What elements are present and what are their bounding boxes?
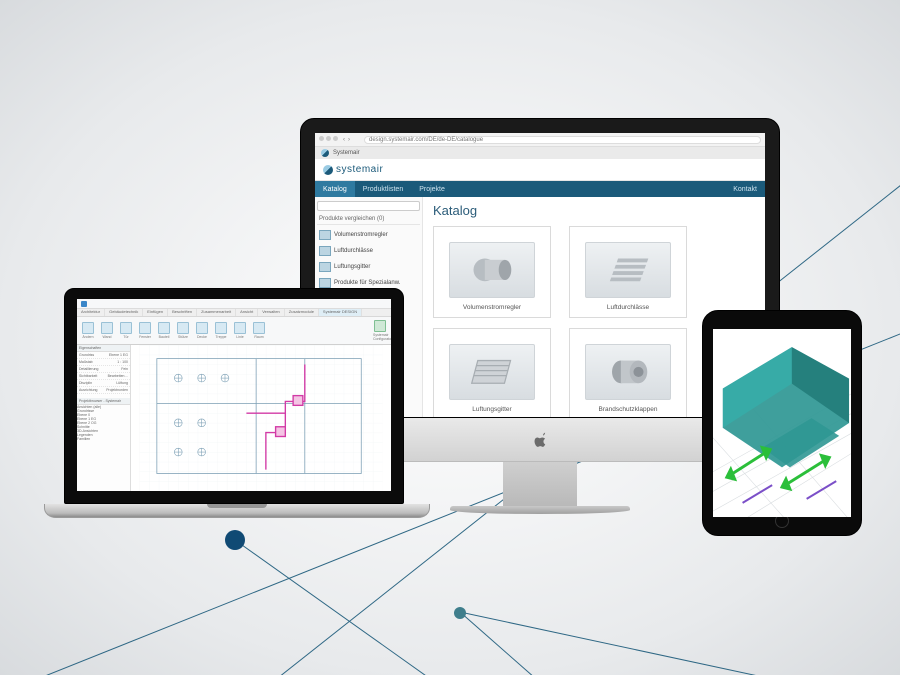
sidebar-item[interactable]: Volumenstromregler bbox=[317, 227, 420, 243]
tool-icon bbox=[234, 322, 246, 334]
ribbon-tool[interactable]: Decke bbox=[195, 322, 209, 339]
ribbon-tab[interactable]: Verwalten bbox=[258, 309, 285, 316]
nav-tab-kontakt[interactable]: Kontakt bbox=[725, 181, 765, 197]
desktop-stand bbox=[503, 462, 577, 506]
laptop-base bbox=[44, 504, 430, 518]
compare-products[interactable]: Produkte vergleichen (0) bbox=[317, 214, 420, 225]
floorplan-canvas[interactable] bbox=[131, 345, 391, 491]
tool-icon bbox=[253, 322, 265, 334]
ribbon-tab[interactable]: Ansicht bbox=[236, 309, 258, 316]
product-thumb-icon bbox=[319, 230, 331, 240]
desktop-stand-base bbox=[450, 506, 630, 514]
laptop-screen-bezel: Architektur Gebäudetechnik Einfügen Besc… bbox=[64, 288, 404, 504]
sidebar-item[interactable]: Luftdurchlässe bbox=[317, 243, 420, 259]
product-thumb-icon bbox=[319, 278, 331, 288]
tool-icon bbox=[101, 322, 113, 334]
ribbon-tool[interactable]: Fenster bbox=[138, 322, 152, 339]
properties-header: Eigenschaften bbox=[77, 345, 130, 352]
project-browser-header: Projektbrowser - Systemair bbox=[77, 398, 130, 405]
property-row[interactable]: GrundrissEbene 1 EG bbox=[77, 352, 130, 359]
ribbon-tool[interactable]: Bauteil bbox=[157, 322, 171, 339]
laptop: Architektur Gebäudetechnik Einfügen Besc… bbox=[44, 288, 424, 544]
tree-node[interactable]: Familien bbox=[77, 437, 130, 441]
app-titlebar bbox=[77, 299, 391, 309]
primary-nav: Katalog Produktlisten Projekte Kontakt bbox=[315, 181, 765, 197]
page-title: Katalog bbox=[433, 203, 755, 218]
product-thumb-icon bbox=[319, 262, 331, 272]
ribbon-tab[interactable]: Einfügen bbox=[143, 309, 168, 316]
property-row[interactable]: Maßstab1 : 100 bbox=[77, 359, 130, 366]
nav-tab-katalog[interactable]: Katalog bbox=[315, 181, 355, 197]
browser-tab[interactable]: Systemair bbox=[333, 150, 360, 156]
laptop-screen-content: Architektur Gebäudetechnik Einfügen Besc… bbox=[77, 299, 391, 491]
ribbon-tool[interactable]: Treppe bbox=[214, 322, 228, 339]
ribbon-tool[interactable]: Stütze bbox=[176, 322, 190, 339]
product-thumb bbox=[449, 344, 535, 400]
brand-logo-icon bbox=[323, 165, 333, 175]
tool-icon bbox=[215, 322, 227, 334]
property-row[interactable]: SichtbarkeitBearbeiten… bbox=[77, 373, 130, 380]
tool-icon bbox=[196, 322, 208, 334]
ribbon-tab[interactable]: Architektur bbox=[77, 309, 105, 316]
floorplan-drawing bbox=[131, 345, 391, 491]
tool-icon bbox=[82, 322, 94, 334]
product-label: Luftdurchlässe bbox=[607, 304, 649, 311]
property-row[interactable]: DisziplinLüftung bbox=[77, 380, 130, 387]
ribbon-tool[interactable]: Raum bbox=[252, 322, 266, 339]
bim-3d-view bbox=[713, 329, 851, 517]
ribbon-tab-active[interactable]: Systemair DESIGN bbox=[319, 309, 362, 316]
ribbon-tool[interactable]: Linie bbox=[233, 322, 247, 339]
property-row[interactable]: AusrichtungProjektnorden bbox=[77, 387, 130, 394]
product-label: Volumenstromregler bbox=[463, 304, 521, 311]
sidebar-search-input[interactable] bbox=[317, 201, 420, 211]
brand-wordmark: systemair bbox=[336, 164, 383, 175]
property-row[interactable]: DetaillierungFein bbox=[77, 366, 130, 373]
product-thumb bbox=[585, 242, 671, 298]
apple-logo-icon bbox=[532, 431, 548, 449]
product-label: Luftungsgitter bbox=[472, 406, 511, 413]
ribbon-tabstrip: Architektur Gebäudetechnik Einfügen Besc… bbox=[77, 309, 391, 317]
brand-logo[interactable]: systemair bbox=[323, 164, 383, 175]
tablet bbox=[702, 310, 862, 536]
nav-tab-produktlisten[interactable]: Produktlisten bbox=[355, 181, 411, 197]
ribbon-tab[interactable]: Beschriften bbox=[168, 309, 197, 316]
ribbon-tab[interactable]: Gebäudetechnik bbox=[105, 309, 143, 316]
nav-tab-projekte[interactable]: Projekte bbox=[411, 181, 453, 197]
ribbon-tab[interactable]: Zusammenarbeit bbox=[197, 309, 236, 316]
product-thumb-icon bbox=[319, 246, 331, 256]
ribbon-tool[interactable]: Tür bbox=[119, 322, 133, 339]
tool-icon bbox=[139, 322, 151, 334]
ribbon-tab[interactable]: Zusatzmodule bbox=[285, 309, 319, 316]
ribbon-tool[interactable]: Wand bbox=[100, 322, 114, 339]
product-card[interactable]: Luftdurchlässe bbox=[569, 226, 687, 318]
product-card[interactable]: Brandschutzklappen bbox=[569, 328, 687, 417]
tool-icon bbox=[177, 322, 189, 334]
site-header: systemair bbox=[315, 159, 765, 181]
nav-back-icon[interactable]: ‹ bbox=[343, 137, 345, 143]
tablet-screen-content[interactable] bbox=[713, 329, 851, 517]
ribbon-tool[interactable]: Ändern bbox=[81, 322, 95, 339]
favicon-icon bbox=[321, 149, 329, 157]
product-label: Brandschutzklappen bbox=[599, 406, 658, 413]
properties-panel: Eigenschaften GrundrissEbene 1 EG Maßsta… bbox=[77, 345, 131, 491]
sidebar-item[interactable]: Luftungsgitter bbox=[317, 259, 420, 275]
ribbon-toolbar: Ändern Wand Tür Fenster Bauteil Stütze D… bbox=[77, 317, 391, 345]
ribbon-tool[interactable]: Systemair Configurator bbox=[373, 320, 387, 341]
product-thumb bbox=[585, 344, 671, 400]
browser-tabstrip: Systemair bbox=[315, 147, 765, 159]
browser-toolbar: ‹ › design.systemair.com/DE/de-DE/catalo… bbox=[315, 133, 765, 147]
nav-fwd-icon[interactable]: › bbox=[348, 137, 350, 143]
tool-icon bbox=[374, 320, 386, 332]
address-bar[interactable]: design.systemair.com/DE/de-DE/catalogue bbox=[364, 136, 761, 144]
tool-icon bbox=[158, 322, 170, 334]
tool-icon bbox=[120, 322, 132, 334]
product-card[interactable]: Luftungsgitter bbox=[433, 328, 551, 417]
product-card[interactable]: Volumenstromregler bbox=[433, 226, 551, 318]
app-icon bbox=[81, 301, 87, 307]
product-thumb bbox=[449, 242, 535, 298]
